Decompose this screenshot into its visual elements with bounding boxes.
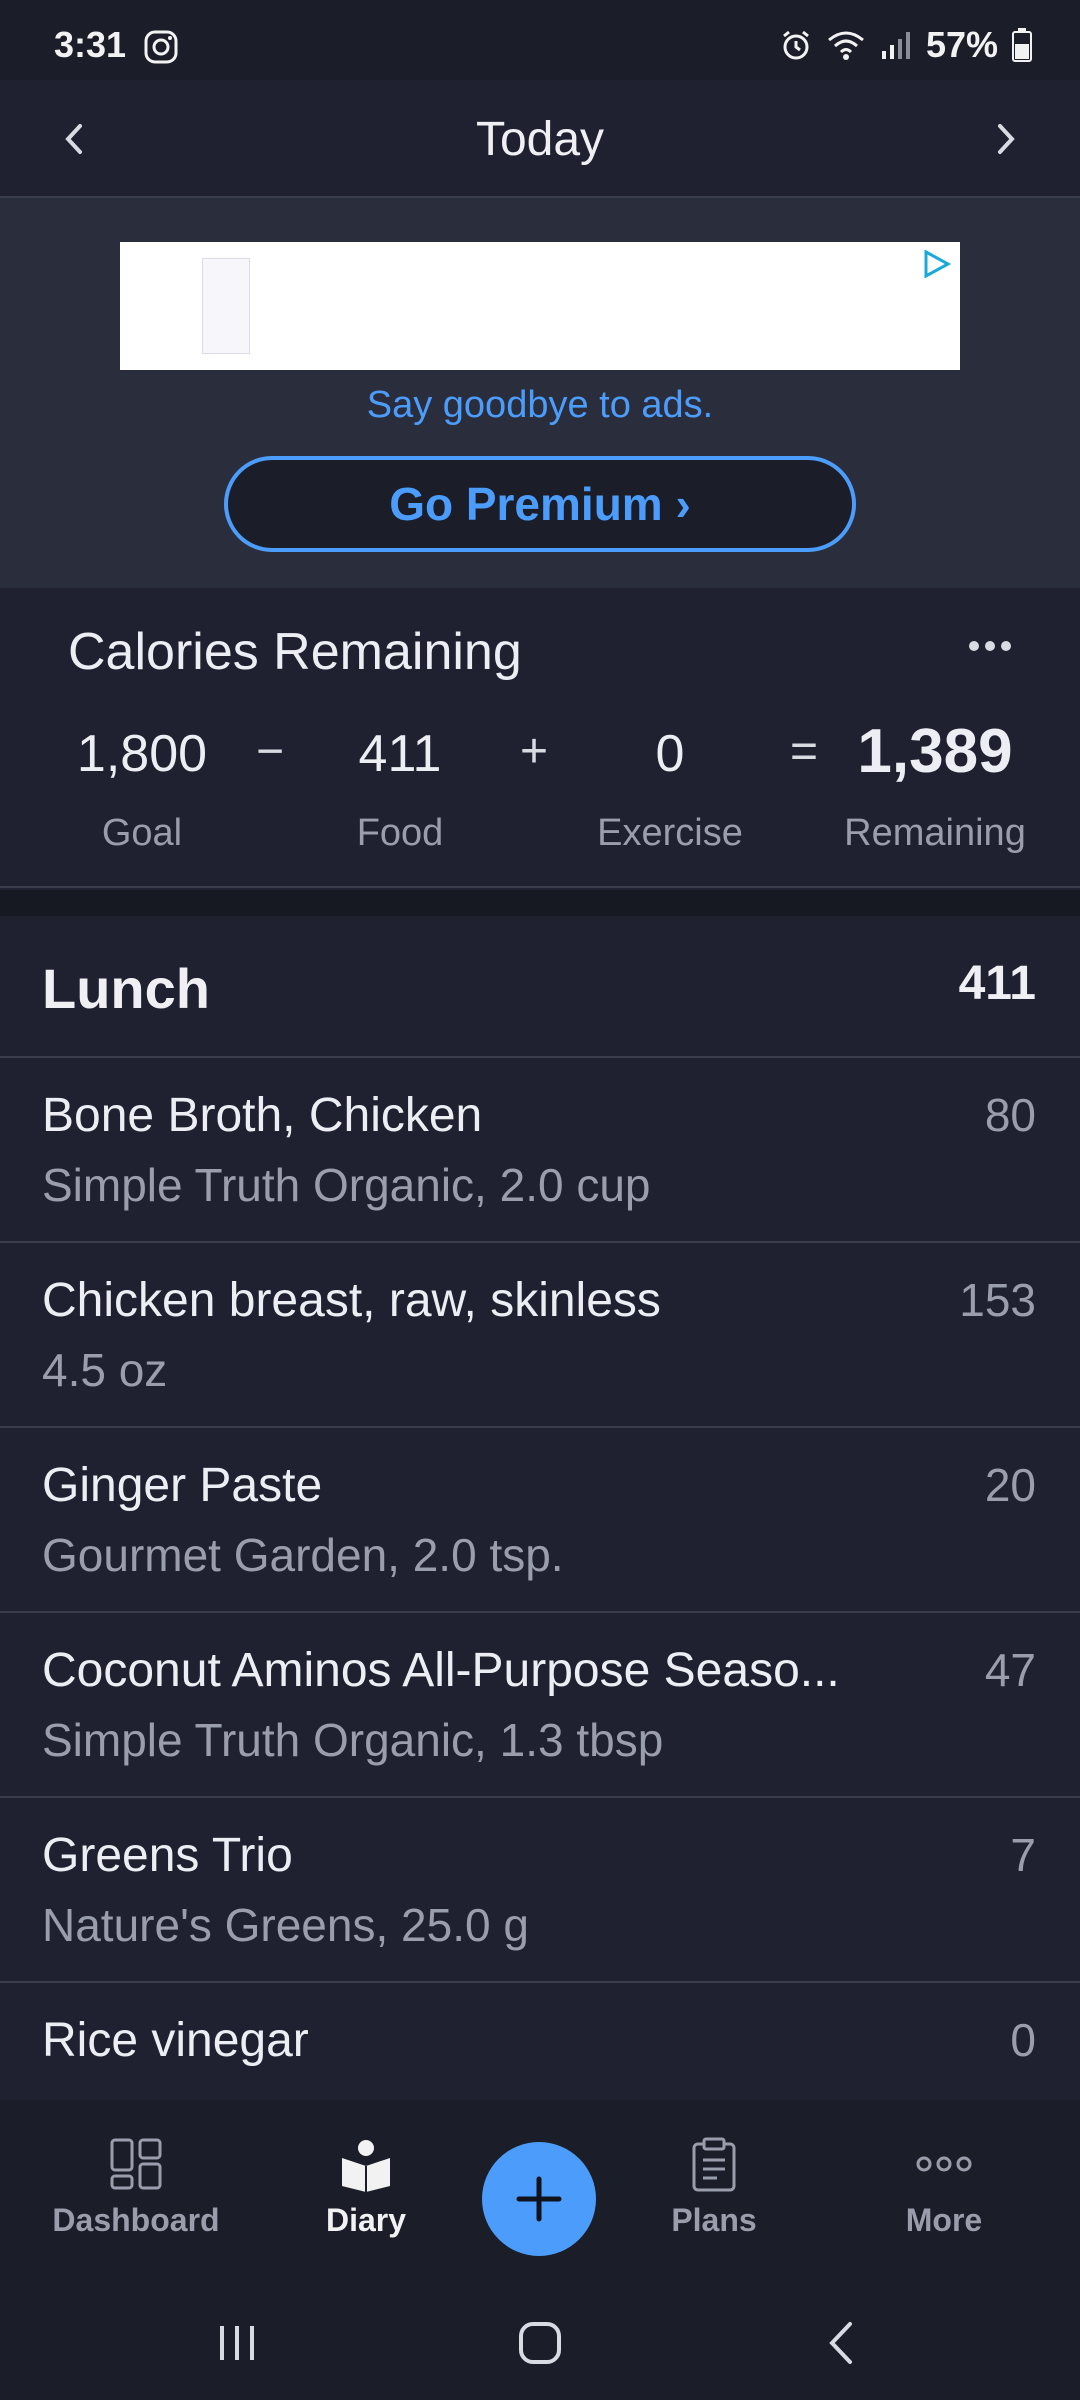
bottom-nav: Dashboard Diary Plans More bbox=[0, 2100, 1080, 2286]
food-calories: 47 bbox=[984, 1644, 1036, 1696]
signal-icon bbox=[881, 32, 910, 59]
food-item[interactable]: Coconut Aminos All-Purpose Seaso... Simp… bbox=[0, 1613, 1080, 1798]
add-button[interactable] bbox=[482, 2142, 596, 2256]
wifi-icon bbox=[827, 31, 864, 60]
nav-plans[interactable]: Plans bbox=[614, 2136, 814, 2239]
food-detail: 4.5 oz bbox=[42, 1344, 168, 1396]
exercise-label: Exercise bbox=[597, 812, 743, 854]
status-time: 3:31 bbox=[54, 24, 127, 65]
section-divider bbox=[0, 890, 1080, 916]
food-item[interactable]: Ginger Paste Gourmet Garden, 2.0 tsp. 20 bbox=[0, 1428, 1080, 1613]
food-name: Bone Broth, Chicken bbox=[42, 1089, 483, 1142]
instagram-icon bbox=[144, 30, 178, 64]
date-header: Today bbox=[0, 80, 1080, 198]
ad-banner[interactable] bbox=[120, 242, 960, 370]
nav-diary[interactable]: Diary bbox=[266, 2136, 466, 2239]
battery-icon bbox=[1012, 28, 1032, 62]
food-label: Food bbox=[356, 812, 444, 854]
chevron-right-icon[interactable] bbox=[980, 114, 1030, 164]
nav-diary-label: Diary bbox=[325, 2202, 407, 2238]
food-calories: 153 bbox=[959, 1274, 1036, 1326]
food-calories: 80 bbox=[984, 1089, 1036, 1141]
system-nav-bar bbox=[0, 2286, 1080, 2400]
calories-title: Calories Remaining bbox=[68, 623, 522, 681]
plus-sign: + bbox=[519, 725, 549, 778]
nav-more-label: More bbox=[905, 2202, 983, 2238]
goal-label: Goal bbox=[101, 812, 183, 854]
food-value: 411 bbox=[358, 725, 442, 783]
plus-icon bbox=[516, 2176, 562, 2222]
ad-product-image bbox=[202, 258, 250, 354]
remaining-value: 1,389 bbox=[857, 717, 1013, 786]
more-dots-icon[interactable] bbox=[966, 638, 1014, 654]
page-title[interactable]: Today bbox=[0, 112, 1080, 167]
status-icons: 57% bbox=[780, 24, 1032, 66]
nav-dashboard[interactable]: Dashboard bbox=[36, 2136, 236, 2239]
food-detail: Nature's Greens, 25.0 g bbox=[42, 1899, 529, 1951]
food-calories: 0 bbox=[1010, 2014, 1036, 2066]
calories-remaining-card: Calories Remaining 1,800 Goal − 411 Food… bbox=[0, 588, 1080, 888]
food-item[interactable]: Chicken breast, raw, skinless 4.5 oz 153 bbox=[0, 1243, 1080, 1428]
food-name: Coconut Aminos All-Purpose Seaso... bbox=[42, 1644, 840, 1697]
equals-sign: = bbox=[789, 725, 819, 778]
home-icon[interactable] bbox=[515, 2318, 565, 2368]
battery-percent: 57% bbox=[925, 24, 998, 65]
alarm-icon bbox=[783, 30, 809, 60]
food-item[interactable]: Bone Broth, Chicken Simple Truth Organic… bbox=[0, 1058, 1080, 1243]
diary-icon bbox=[342, 2140, 390, 2192]
dashboard-icon bbox=[110, 2138, 162, 2190]
food-calories: 20 bbox=[984, 1459, 1036, 1511]
food-item[interactable]: Greens Trio Nature's Greens, 25.0 g 7 bbox=[0, 1798, 1080, 1983]
food-name: Chicken breast, raw, skinless bbox=[42, 1274, 661, 1327]
go-premium-button[interactable]: Go Premium › bbox=[224, 456, 856, 552]
back-icon[interactable] bbox=[818, 2318, 868, 2368]
plans-icon bbox=[692, 2137, 736, 2192]
food-detail: Simple Truth Organic, 1.3 tbsp bbox=[42, 1714, 664, 1766]
ad-goodbye-text: Say goodbye to ads. bbox=[366, 384, 714, 426]
recents-icon[interactable] bbox=[212, 2318, 262, 2368]
status-bar: 3:31 57% bbox=[0, 0, 1080, 80]
minus-sign: − bbox=[255, 725, 285, 778]
food-calories: 7 bbox=[1010, 1829, 1036, 1881]
food-name: Rice vinegar bbox=[42, 2014, 309, 2067]
nav-plans-label: Plans bbox=[671, 2202, 757, 2238]
nav-more[interactable]: More bbox=[844, 2136, 1044, 2239]
food-detail: Simple Truth Organic, 2.0 cup bbox=[42, 1159, 651, 1211]
food-name: Greens Trio bbox=[42, 1829, 293, 1882]
more-icon bbox=[916, 2156, 972, 2172]
food-detail: Gourmet Garden, 2.0 tsp. bbox=[42, 1529, 564, 1581]
meal-total: 411 bbox=[958, 957, 1036, 1010]
food-name: Ginger Paste bbox=[42, 1459, 323, 1512]
ad-section: Say goodbye to ads. Go Premium › bbox=[0, 198, 1080, 588]
goal-value: 1,800 bbox=[76, 725, 208, 783]
meal-header[interactable]: Lunch 411 bbox=[0, 916, 1080, 1058]
ad-play-icon[interactable] bbox=[920, 248, 952, 280]
exercise-value: 0 bbox=[655, 725, 685, 783]
nav-dashboard-label: Dashboard bbox=[52, 2202, 220, 2238]
meal-name: Lunch bbox=[42, 957, 210, 1020]
remaining-label: Remaining bbox=[844, 812, 1026, 854]
